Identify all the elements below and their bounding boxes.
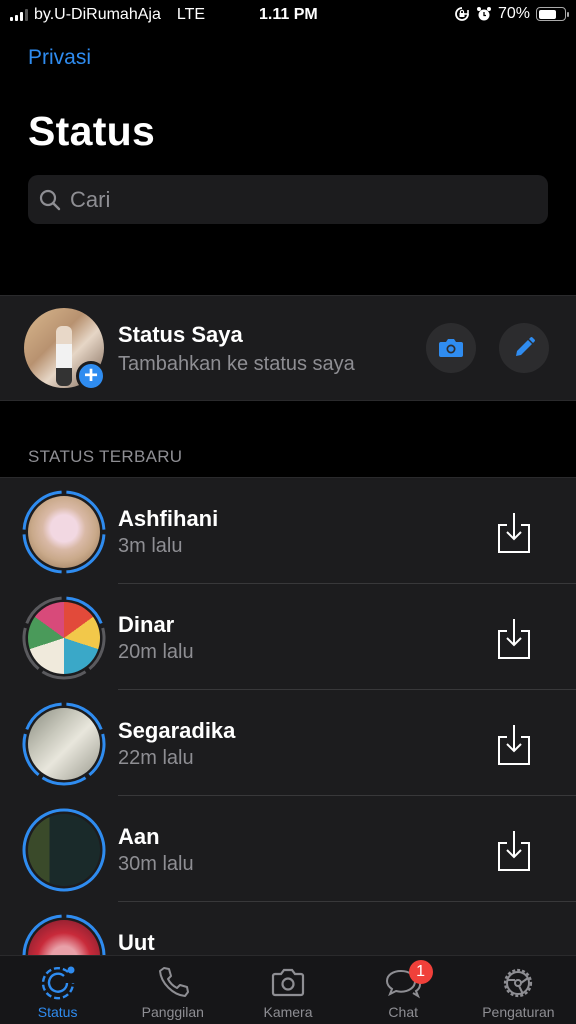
tab-label: Chat <box>388 1004 418 1020</box>
page-title: Status <box>28 108 156 154</box>
avatar <box>28 602 100 674</box>
settings-icon <box>504 968 533 998</box>
tab-camera[interactable]: Kamera <box>230 956 345 1024</box>
signal-icon <box>10 9 28 21</box>
status-list-item[interactable]: Aan 30m lalu <box>0 796 576 902</box>
download-icon[interactable] <box>496 617 532 661</box>
tab-status[interactable]: Status <box>0 956 115 1024</box>
avatar <box>28 814 100 886</box>
status-list-item[interactable]: Segaradika 22m lalu <box>0 690 576 796</box>
network-type: LTE <box>176 6 206 23</box>
unread-badge: 1 <box>408 960 433 984</box>
carrier-name: by.U-DiRumahAja <box>34 6 161 23</box>
contact-name: Dinar <box>118 612 175 637</box>
status-bar: by.U-DiRumahAja LTE 1.11 PM 70% <box>0 0 576 32</box>
tab-bar: Status Panggilan Kamera 1 Chat Pengatura… <box>0 955 576 1024</box>
status-list-item[interactable]: Ashfihani 3m lalu <box>0 478 576 584</box>
status-list-item[interactable]: Uut <box>0 902 576 955</box>
text-status-button[interactable] <box>499 323 549 373</box>
status-time: 3m lalu <box>118 535 183 557</box>
tab-label: Pengaturan <box>482 1004 555 1020</box>
clock: 1.11 PM <box>259 6 318 23</box>
tab-chat[interactable]: 1 Chat <box>346 956 461 1024</box>
tab-settings[interactable]: Pengaturan <box>461 956 576 1024</box>
tab-calls[interactable]: Panggilan <box>115 956 230 1024</box>
avatar <box>28 708 100 780</box>
recent-status-list: Ashfihani 3m lalu Dinar 20m lalu Segarad… <box>0 477 576 955</box>
battery-percent: 70% <box>497 5 530 22</box>
avatar <box>28 496 100 568</box>
search-input[interactable] <box>70 186 510 213</box>
download-icon[interactable] <box>496 511 532 555</box>
download-icon[interactable] <box>496 723 532 767</box>
status-time: 20m lalu <box>118 641 194 663</box>
battery-icon <box>536 7 569 21</box>
my-status-row[interactable]: + Status Saya Tambahkan ke status saya <box>0 295 576 401</box>
phone-icon <box>158 967 189 997</box>
tab-label: Panggilan <box>141 1004 204 1020</box>
status-list-item[interactable]: Dinar 20m lalu <box>0 584 576 690</box>
status-time: 30m lalu <box>118 853 194 875</box>
alarm-icon <box>476 7 491 21</box>
my-status-subtitle: Tambahkan ke status saya <box>118 353 355 375</box>
orientation-lock-icon <box>455 7 469 21</box>
contact-name: Ashfihani <box>118 506 219 531</box>
search-bar[interactable] <box>28 175 548 224</box>
camera-icon <box>439 339 463 357</box>
contact-name: Segaradika <box>118 718 236 743</box>
my-status-name: Status Saya <box>118 322 243 347</box>
status-icon <box>41 966 75 1000</box>
privacy-link[interactable]: Privasi <box>28 46 91 70</box>
pencil-icon <box>516 337 535 356</box>
tab-label: Kamera <box>263 1004 313 1020</box>
search-icon <box>39 189 61 210</box>
add-status-icon[interactable]: + <box>76 361 106 391</box>
contact-name: Uut <box>118 930 155 955</box>
camera-icon <box>271 968 305 997</box>
camera-status-button[interactable] <box>426 323 476 373</box>
tab-label: Status <box>37 1004 78 1020</box>
download-icon[interactable] <box>496 829 532 873</box>
section-header-recent: STATUS TERBARU <box>28 447 183 466</box>
status-time: 22m lalu <box>118 747 194 769</box>
contact-name: Aan <box>118 824 160 849</box>
